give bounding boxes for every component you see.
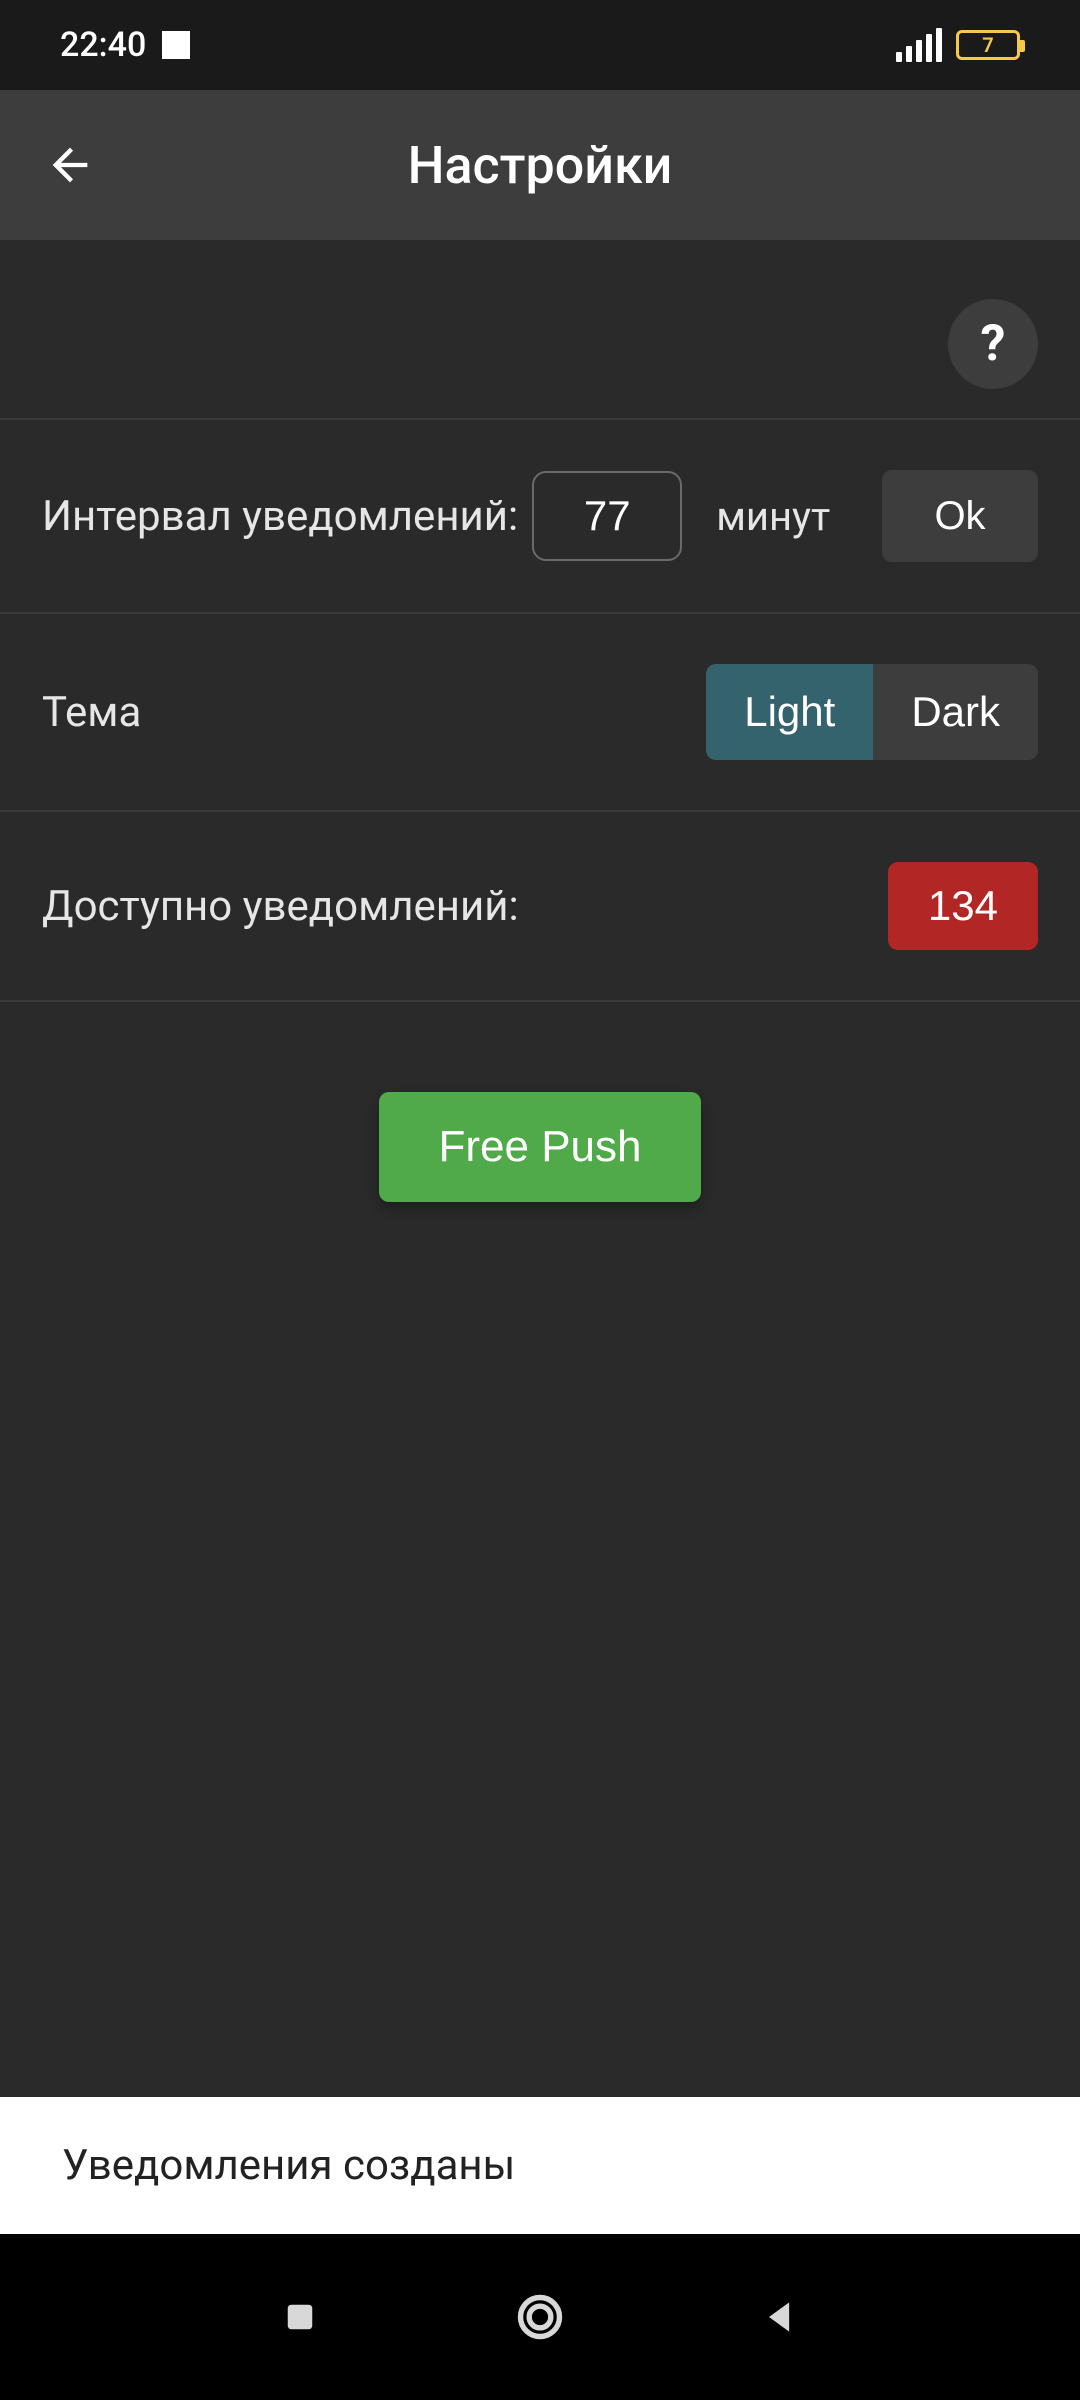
nav-back-button[interactable]: [750, 2287, 810, 2347]
page-title: Настройки: [0, 135, 1080, 196]
ok-button[interactable]: Ok: [882, 470, 1038, 562]
available-row: Доступно уведомлений: 134: [0, 812, 1080, 1002]
free-push-label: Free Push: [439, 1122, 642, 1171]
free-push-row: Free Push: [0, 1002, 1080, 1202]
battery-icon: 7: [956, 30, 1020, 60]
toast-message: Уведомления созданы: [62, 2141, 515, 2190]
status-left: 22:40: [60, 25, 190, 65]
nav-home-button[interactable]: [510, 2287, 570, 2347]
available-count: 134: [928, 882, 998, 929]
circle-icon: [514, 2291, 566, 2343]
status-time: 22:40: [60, 25, 146, 65]
available-label: Доступно уведомлений:: [42, 882, 519, 931]
theme-label: Тема: [42, 688, 141, 737]
battery-level: 7: [982, 33, 993, 57]
signal-icon: [896, 28, 942, 62]
free-push-button[interactable]: Free Push: [379, 1092, 702, 1202]
available-count-badge[interactable]: 134: [888, 862, 1038, 950]
theme-row: Тема Light Dark: [0, 614, 1080, 812]
interval-label: Интервал уведомлений:: [42, 492, 518, 541]
app-bar: Настройки: [0, 90, 1080, 240]
help-button[interactable]: ?: [948, 299, 1038, 389]
interval-input[interactable]: [532, 471, 682, 561]
square-icon: [279, 2296, 321, 2338]
interval-unit: минут: [716, 493, 830, 540]
theme-option-dark[interactable]: Dark: [873, 664, 1038, 760]
status-bar: 22:40 7: [0, 0, 1080, 90]
interval-row: Интервал уведомлений: минут Ok: [0, 420, 1080, 614]
navigation-bar: [0, 2234, 1080, 2400]
theme-toggle: Light Dark: [706, 664, 1038, 760]
nav-recent-button[interactable]: [270, 2287, 330, 2347]
help-row: ?: [0, 270, 1080, 420]
status-right: 7: [896, 28, 1020, 62]
toast: Уведомления созданы: [0, 2097, 1080, 2234]
content: ? Интервал уведомлений: минут Ok Тема Li…: [0, 240, 1080, 1202]
help-icon: ?: [981, 315, 1006, 373]
status-indicator-icon: [162, 31, 190, 59]
triangle-left-icon: [758, 2295, 802, 2339]
theme-option-light[interactable]: Light: [706, 664, 873, 760]
ok-label: Ok: [934, 494, 985, 539]
